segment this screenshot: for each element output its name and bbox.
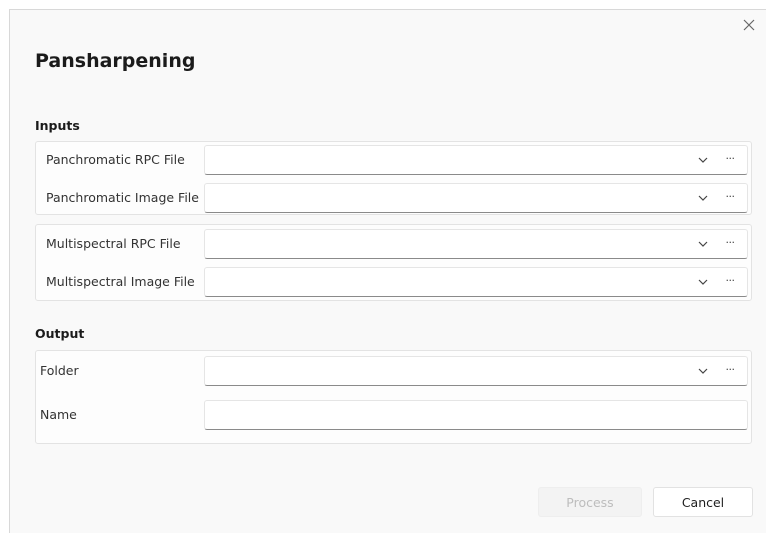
multispectral-rpc-row: Multispectral RPC File ··· — [36, 229, 751, 259]
chevron-down-icon[interactable] — [697, 154, 709, 166]
output-heading: Output — [35, 326, 85, 341]
output-group: Folder ··· Name — [35, 350, 752, 444]
panchromatic-image-row: Panchromatic Image File ··· — [36, 183, 751, 213]
name-label: Name — [40, 407, 77, 422]
multispectral-image-input[interactable]: ··· — [204, 267, 748, 297]
name-input[interactable] — [204, 400, 748, 430]
folder-row: Folder ··· — [36, 356, 751, 386]
multispectral-rpc-input[interactable]: ··· — [204, 229, 748, 259]
folder-label: Folder — [40, 363, 79, 378]
multispectral-image-row: Multispectral Image File ··· — [36, 267, 751, 297]
process-button[interactable]: Process — [538, 487, 642, 517]
browse-button[interactable]: ··· — [721, 362, 739, 378]
browse-button[interactable]: ··· — [721, 235, 739, 251]
chevron-down-icon[interactable] — [697, 238, 709, 250]
close-icon — [743, 19, 755, 31]
chevron-down-icon[interactable] — [697, 276, 709, 288]
multispectral-group: Multispectral RPC File ··· Multispectral… — [35, 224, 752, 301]
multispectral-image-label: Multispectral Image File — [46, 274, 195, 289]
panchromatic-group: Panchromatic RPC File ··· Panchromatic I… — [35, 141, 752, 215]
multispectral-rpc-label: Multispectral RPC File — [46, 236, 181, 251]
dialog-title: Pansharpening — [35, 50, 196, 72]
panchromatic-image-label: Panchromatic Image File — [46, 190, 199, 205]
close-button[interactable] — [738, 14, 760, 36]
cancel-button[interactable]: Cancel — [653, 487, 753, 517]
browse-button[interactable]: ··· — [721, 151, 739, 167]
panchromatic-rpc-row: Panchromatic RPC File ··· — [36, 145, 751, 175]
chevron-down-icon[interactable] — [697, 192, 709, 204]
browse-button[interactable]: ··· — [721, 189, 739, 205]
folder-input[interactable]: ··· — [204, 356, 748, 386]
chevron-down-icon[interactable] — [697, 365, 709, 377]
panchromatic-rpc-label: Panchromatic RPC File — [46, 152, 185, 167]
inputs-heading: Inputs — [35, 118, 80, 133]
panchromatic-image-input[interactable]: ··· — [204, 183, 748, 213]
panchromatic-rpc-input[interactable]: ··· — [204, 145, 748, 175]
name-row: Name — [36, 400, 751, 430]
browse-button[interactable]: ··· — [721, 273, 739, 289]
pansharpening-dialog: Pansharpening Inputs Panchromatic RPC Fi… — [9, 9, 766, 533]
